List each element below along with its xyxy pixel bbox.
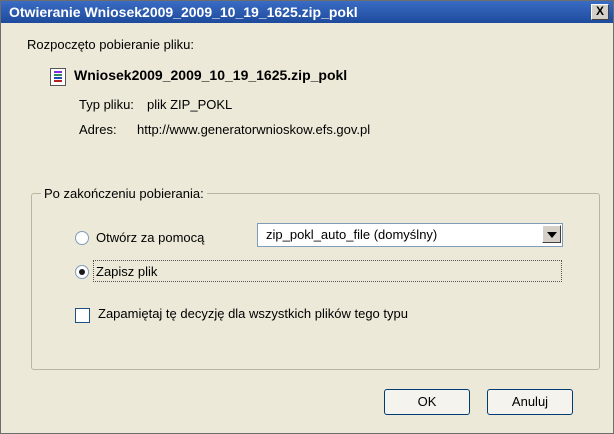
application-select[interactable]: zip_pokl_auto_file (domyślny): [257, 223, 563, 247]
chevron-down-icon[interactable]: [542, 225, 561, 243]
window-title: Otwieranie Wniosek2009_2009_10_19_1625.z…: [9, 4, 358, 20]
file-name: Wniosek2009_2009_10_19_1625.zip_pokl: [74, 67, 348, 83]
download-dialog: Otwieranie Wniosek2009_2009_10_19_1625.z…: [0, 0, 614, 434]
save-file-radio[interactable]: [75, 265, 89, 279]
radio-selected-dot: [79, 269, 85, 275]
download-intro-text: Rozpoczęto pobieranie pliku:: [27, 37, 194, 52]
save-file-focus-row: [93, 260, 562, 282]
winrar-archive-icon: [50, 68, 66, 86]
ok-button[interactable]: OK: [384, 389, 470, 415]
after-download-legend: Po zakończeniu pobierania:: [41, 186, 207, 201]
cancel-button[interactable]: Anuluj: [487, 389, 573, 415]
file-type-label: Typ pliku:: [79, 97, 134, 112]
title-bar[interactable]: Otwieranie Wniosek2009_2009_10_19_1625.z…: [1, 1, 613, 23]
save-file-label[interactable]: Zapisz plik: [96, 264, 157, 279]
remember-decision-checkbox[interactable]: [75, 308, 90, 323]
close-button[interactable]: X: [591, 4, 609, 20]
address-label: Adres:: [79, 122, 117, 137]
remember-decision-label[interactable]: Zapamiętaj tę decyzję dla wszystkich pli…: [98, 306, 408, 321]
open-with-radio[interactable]: [75, 231, 89, 245]
open-with-label[interactable]: Otwórz za pomocą: [96, 230, 204, 245]
address-value: http://www.generatorwnioskow.efs.gov.pl: [137, 122, 371, 137]
dialog-content: Rozpoczęto pobieranie pliku: Wniosek2009…: [1, 23, 613, 433]
file-type-value: plik ZIP_POKL: [147, 97, 233, 112]
application-select-value: zip_pokl_auto_file (domyślny): [266, 227, 438, 242]
